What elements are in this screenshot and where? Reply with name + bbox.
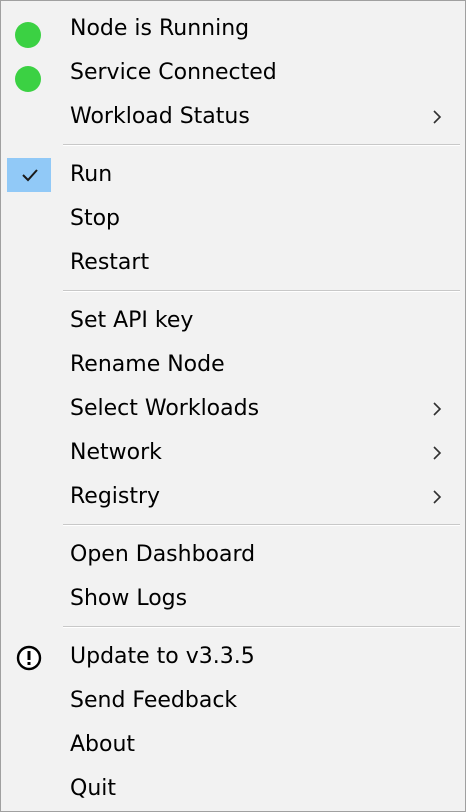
- menu-item-label: Node is Running: [70, 16, 250, 41]
- menu-separator: [63, 524, 460, 526]
- status-dot-icon: [15, 22, 41, 48]
- menu-item-label: Network: [70, 440, 162, 465]
- menu-item-registry[interactable]: Registry: [1, 475, 465, 519]
- menu-item-select-workloads[interactable]: Select Workloads: [1, 387, 465, 431]
- menu-item-show-logs[interactable]: Show Logs: [1, 577, 465, 621]
- menu-item-restart[interactable]: Restart: [1, 241, 465, 285]
- menu-item-label: Select Workloads: [70, 396, 260, 421]
- context-menu: Node is Running Service Connected Worklo…: [0, 0, 466, 812]
- menu-item-label: Run: [70, 162, 113, 187]
- menu-item-label: Stop: [70, 206, 121, 231]
- menu-item-label: About: [70, 732, 136, 757]
- menu-item-workload-status[interactable]: Workload Status: [1, 95, 465, 139]
- menu-item-label: Open Dashboard: [70, 542, 256, 567]
- checked-gutter: [7, 158, 51, 192]
- submenu-arrow-icon: [433, 446, 442, 460]
- menu-separator: [63, 626, 460, 628]
- menu-item-label: Send Feedback: [70, 688, 238, 713]
- submenu-arrow-icon: [433, 402, 442, 416]
- menu-item-label: Set API key: [70, 308, 194, 333]
- submenu-arrow-icon: [433, 110, 442, 124]
- checkmark-icon: [22, 169, 38, 182]
- menu-item-label: Service Connected: [70, 60, 277, 85]
- submenu-arrow-icon: [433, 490, 442, 504]
- menu-item-label: Show Logs: [70, 586, 188, 611]
- menu-item-send-feedback[interactable]: Send Feedback: [1, 679, 465, 723]
- menu-item-label: Rename Node: [70, 352, 225, 377]
- menu-item-stop[interactable]: Stop: [1, 197, 465, 241]
- menu-item-label: Restart: [70, 250, 150, 275]
- status-dot-icon: [15, 66, 41, 92]
- menu-item-label: Update to v3.3.5: [70, 644, 255, 669]
- menu-separator: [63, 144, 460, 146]
- menu-item-set-api-key[interactable]: Set API key: [1, 299, 465, 343]
- menu-item-label: Workload Status: [70, 104, 250, 129]
- menu-item-rename-node[interactable]: Rename Node: [1, 343, 465, 387]
- menu-item-about[interactable]: About: [1, 723, 465, 767]
- menu-item-update[interactable]: Update to v3.3.5: [1, 635, 465, 679]
- alert-icon: [16, 645, 42, 671]
- menu-item-network[interactable]: Network: [1, 431, 465, 475]
- menu-item-service-status[interactable]: Service Connected: [1, 51, 465, 95]
- menu-item-label: Quit: [70, 776, 116, 801]
- menu-separator: [63, 290, 460, 292]
- menu-item-label: Registry: [70, 484, 161, 509]
- menu-item-quit[interactable]: Quit: [1, 767, 465, 811]
- menu-item-node-status[interactable]: Node is Running: [1, 7, 465, 51]
- menu-item-open-dashboard[interactable]: Open Dashboard: [1, 533, 465, 577]
- menu-item-run[interactable]: Run: [1, 153, 465, 197]
